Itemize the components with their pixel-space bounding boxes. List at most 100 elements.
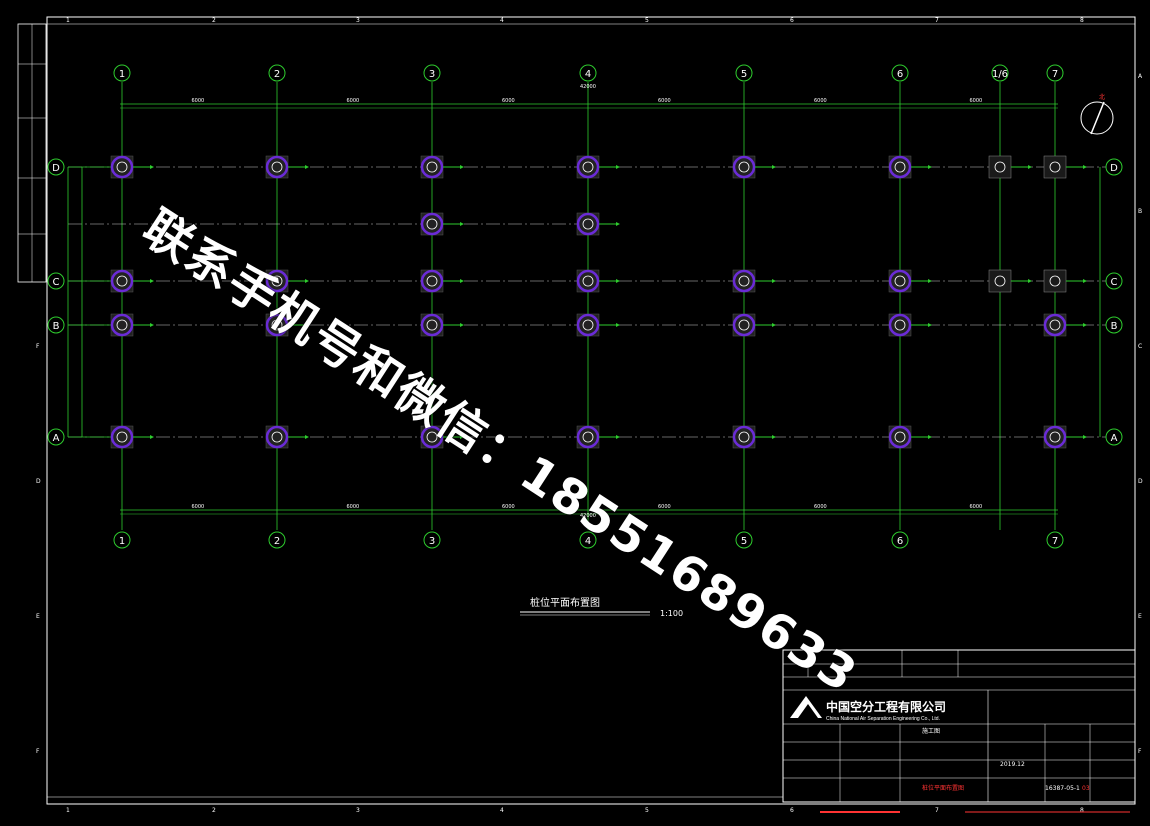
border-number-top-4: 4 bbox=[500, 17, 504, 24]
axis-bubble-top-3: 3 bbox=[429, 69, 435, 80]
border-number-top-6: 6 bbox=[790, 17, 794, 24]
pile-C-5-arrow bbox=[772, 279, 776, 283]
left-signature-strip bbox=[17, 23, 47, 283]
cad-drawing-viewport[interactable]: 6000 6000 6000 6000 6000 6000 42000 6000 6000 600… bbox=[0, 0, 1150, 822]
border-letter-right-6: F bbox=[1138, 748, 1142, 755]
plan-scale: 1:100 bbox=[660, 609, 683, 618]
axis-bubble-right-B: B bbox=[1111, 321, 1118, 332]
pile-D-7-cap bbox=[1043, 155, 1067, 179]
axis-bubble-left-B: B bbox=[53, 321, 60, 332]
pile-B-7-arrow bbox=[1083, 323, 1087, 327]
border-number-top-3: 3 bbox=[356, 17, 360, 24]
pile-B-1-arrow bbox=[150, 323, 154, 327]
pile-C-2-arrow bbox=[305, 279, 309, 283]
pile-B-6 bbox=[888, 313, 932, 337]
pile-D-1-arrow bbox=[150, 165, 154, 169]
border-number-top-7: 7 bbox=[935, 17, 939, 24]
pile-C-5 bbox=[732, 269, 776, 293]
pile-C-6-arrow bbox=[928, 279, 932, 283]
axis-bubble-bottom-1: 1 bbox=[119, 536, 125, 547]
pile-B-6-arrow bbox=[928, 323, 932, 327]
border-number-top-8: 8 bbox=[1080, 17, 1084, 24]
pile-A-6 bbox=[888, 425, 932, 449]
border-letter-right-3: C bbox=[1138, 343, 1142, 350]
axis-bubble-top-6: 6 bbox=[897, 69, 903, 80]
axis-bubble-right-D: D bbox=[1110, 163, 1118, 174]
dim-label-top-3: 6000 bbox=[502, 98, 515, 104]
pile-C-1/6-cap bbox=[988, 269, 1012, 293]
axis-bubble-left-C: C bbox=[53, 277, 60, 288]
axis-bubble-top-4: 4 bbox=[585, 69, 591, 80]
border-letter-right-2: B bbox=[1138, 208, 1142, 215]
pile-A-5 bbox=[732, 425, 776, 449]
pile-intermediate-3 bbox=[420, 212, 464, 236]
border-number-top-2: 2 bbox=[212, 17, 216, 24]
dim-total-top: 42000 bbox=[580, 84, 596, 90]
border-number-bottom-2: 2 bbox=[212, 807, 216, 814]
pile-C-2 bbox=[265, 269, 309, 293]
pile-C-3 bbox=[420, 269, 464, 293]
axis-bubble-bottom-2: 2 bbox=[274, 536, 280, 547]
axis-bubble-top-1: 1 bbox=[119, 69, 125, 80]
pile-A-6-arrow bbox=[928, 435, 932, 439]
north-label: 北 bbox=[1099, 93, 1105, 101]
pile-A-7-arrow bbox=[1083, 435, 1087, 439]
pile-intermediate-3-arrow bbox=[460, 222, 464, 226]
pile-D-7 bbox=[1043, 155, 1087, 179]
axis-bubble-top-2: 2 bbox=[274, 69, 280, 80]
pile-C-7-arrow bbox=[1083, 279, 1087, 283]
border-letter-left-2: D bbox=[36, 478, 41, 485]
dim-label-bottom-6: 6000 bbox=[970, 504, 983, 510]
pile-D-1 bbox=[110, 155, 154, 179]
pile-C-6 bbox=[888, 269, 932, 293]
dim-label-top-4: 6000 bbox=[658, 98, 671, 104]
pile-D-3 bbox=[420, 155, 464, 179]
pile-C-7-cap bbox=[1043, 269, 1067, 293]
pile-B-2-arrow bbox=[305, 323, 309, 327]
pile-D-6 bbox=[888, 155, 932, 179]
axis-bubble-top-8: 7 bbox=[1052, 69, 1058, 80]
axis-bubble-bottom-3: 3 bbox=[429, 536, 435, 547]
dim-label-bottom-5: 6000 bbox=[814, 504, 827, 510]
dimension-lines: 6000 6000 6000 6000 6000 6000 42000 6000 6000 600… bbox=[67, 84, 1101, 519]
dim-label-top-6: 6000 bbox=[970, 98, 983, 104]
pile-D-4-arrow bbox=[616, 165, 620, 169]
design-stage: 施工图 bbox=[922, 727, 940, 735]
dim-label-bottom-2: 6000 bbox=[347, 504, 360, 510]
dim-total-bottom: 42000 bbox=[580, 513, 596, 519]
axis-bubble-top-5: 5 bbox=[741, 69, 747, 80]
company-name-cn: 中国空分工程有限公司 bbox=[826, 699, 946, 714]
pile-B-4 bbox=[576, 313, 620, 337]
pile-A-2-arrow bbox=[305, 435, 309, 439]
border-number-bottom-3: 3 bbox=[356, 807, 360, 814]
pile-A-5-arrow bbox=[772, 435, 776, 439]
pile-B-7 bbox=[1043, 313, 1087, 337]
axis-bubble-bottom-7: 7 bbox=[1052, 536, 1058, 547]
pile-C-3-arrow bbox=[460, 279, 464, 283]
pile-C-1/6 bbox=[988, 269, 1032, 293]
drawing-number: 16387-05-1 bbox=[1045, 785, 1080, 792]
border-number-bottom-4: 4 bbox=[500, 807, 504, 814]
sheet-number: 03 bbox=[1082, 785, 1090, 792]
pile-D-5-arrow bbox=[772, 165, 776, 169]
dim-label-top-1: 6000 bbox=[192, 98, 205, 104]
pile-C-4 bbox=[576, 269, 620, 293]
title-block: 中国空分工程有限公司 China National Air Separation… bbox=[782, 649, 1136, 813]
border-number-bottom-1: 1 bbox=[66, 807, 70, 814]
dim-label-top-2: 6000 bbox=[347, 98, 360, 104]
dim-label-bottom-1: 6000 bbox=[192, 504, 205, 510]
border-number-bottom-8: 8 bbox=[1080, 807, 1084, 814]
dim-label-bottom-4: 6000 bbox=[658, 504, 671, 510]
company-name-en: China National Air Separation Engineerin… bbox=[826, 716, 940, 722]
drawing-name: 桩位平面布置图 bbox=[922, 784, 964, 792]
border-letter-left-1: F bbox=[36, 343, 40, 350]
pile-layout-plan: 6000 6000 6000 6000 6000 6000 42000 6000 6000 600… bbox=[17, 16, 1143, 814]
border-number-bottom-7: 7 bbox=[935, 807, 939, 814]
axis-bubbles: 1 2 3 4 5 6 1/6 7 1 2 3 4 5 6 7 D D C C B B A A bbox=[47, 64, 1123, 549]
pile-intermediate-4 bbox=[576, 212, 620, 236]
pile-B-3-arrow bbox=[460, 323, 464, 327]
axis-bubble-right-C: C bbox=[1111, 277, 1118, 288]
pile-A-2 bbox=[265, 425, 309, 449]
pile-D-2-arrow bbox=[305, 165, 309, 169]
pile-A-4 bbox=[576, 425, 620, 449]
